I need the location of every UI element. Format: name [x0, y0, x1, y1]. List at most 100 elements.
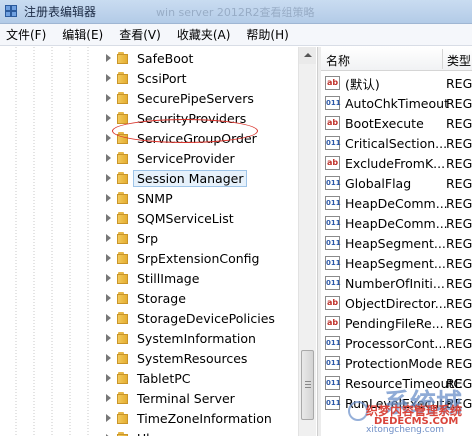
- tree-item-label: SecurityProviders: [137, 110, 247, 126]
- value-row[interactable]: 011ProtectionModeREG_: [321, 353, 472, 373]
- window-title-faded: win server 2012R2查看组策略: [156, 5, 315, 19]
- expand-arrow-icon[interactable]: [105, 154, 113, 162]
- tree-item[interactable]: StorageDevicePolicies: [105, 308, 295, 328]
- expand-arrow-icon[interactable]: [105, 374, 113, 382]
- tree-item-label: TabletPC: [137, 370, 191, 386]
- expand-arrow-icon[interactable]: [105, 234, 113, 242]
- expand-arrow-icon[interactable]: [105, 54, 113, 62]
- value-type: REG_: [446, 115, 472, 131]
- tree-item[interactable]: ServiceGroupOrder: [105, 128, 295, 148]
- folder-icon: [117, 311, 131, 325]
- value-type: REG_: [446, 95, 472, 111]
- menu-help[interactable]: 帮助(H): [246, 26, 288, 43]
- value-row[interactable]: 011GlobalFlagREG_: [321, 173, 472, 193]
- folder-icon: [117, 211, 131, 225]
- value-row[interactable]: ab(默认)REG_: [321, 73, 472, 93]
- binary-value-icon: 011: [325, 336, 341, 350]
- tree-item-label: SecurePipeServers: [137, 90, 254, 106]
- registry-value-list[interactable]: 名称 类型 ab(默认)REG_011AutoChkTimeoutREG_abB…: [321, 47, 472, 436]
- tree-item[interactable]: TabletPC: [105, 368, 295, 388]
- tree-item-label: SystemResources: [137, 350, 248, 366]
- value-row[interactable]: 011HeapDeComm...REG_: [321, 193, 472, 213]
- tree-item[interactable]: ServiceProvider: [105, 148, 295, 168]
- expand-arrow-icon[interactable]: [105, 394, 113, 402]
- value-row[interactable]: abBootExecuteREG_: [321, 113, 472, 133]
- expand-arrow-icon[interactable]: [105, 114, 113, 122]
- menu-edit[interactable]: 编辑(E): [62, 26, 103, 43]
- expand-arrow-icon[interactable]: [105, 134, 113, 142]
- menu-file[interactable]: 文件(F): [6, 26, 46, 43]
- expand-arrow-icon[interactable]: [105, 254, 113, 262]
- tree-item[interactable]: SystemResources: [105, 348, 295, 368]
- tree-item-label: ServiceProvider: [137, 150, 235, 166]
- tree-item[interactable]: Srp: [105, 228, 295, 248]
- string-value-icon: ab: [325, 116, 340, 130]
- tree-vertical-scrollbar[interactable]: [298, 47, 316, 436]
- tree-item[interactable]: SNMP: [105, 188, 295, 208]
- registry-key-tree[interactable]: SafeBoot ScsiPort SecurePipeServers Securit…: [0, 47, 317, 436]
- column-header-name[interactable]: 名称: [326, 52, 350, 69]
- binary-value-icon: 011: [325, 356, 341, 370]
- watermark-small-text: xitongcheng.com: [366, 425, 444, 435]
- value-type: REG_: [446, 255, 472, 271]
- expand-arrow-icon[interactable]: [105, 74, 113, 82]
- folder-icon: [117, 111, 131, 125]
- binary-value-icon: 011: [325, 256, 341, 270]
- tree-item[interactable]: StillImage: [105, 268, 295, 288]
- folder-icon: [117, 331, 131, 345]
- expand-arrow-icon[interactable]: [105, 274, 113, 282]
- value-row[interactable]: abPendingFileRe...REG_: [321, 313, 472, 333]
- value-type: REG_: [446, 135, 472, 151]
- column-header-type[interactable]: 类型: [447, 52, 471, 69]
- value-type: REG_: [446, 215, 472, 231]
- tree-item[interactable]: SrpExtensionConfig: [105, 248, 295, 268]
- value-row[interactable]: 011NumberOfIniti...REG_: [321, 273, 472, 293]
- list-header: 名称 类型: [321, 47, 472, 71]
- tree-item[interactable]: SecurePipeServers: [105, 88, 295, 108]
- binary-value-icon: 011: [325, 216, 341, 230]
- tree-item[interactable]: SQMServiceList: [105, 208, 295, 228]
- value-row[interactable]: 011HeapDeComm...REG_: [321, 213, 472, 233]
- value-row[interactable]: 011HeapSegment...REG_: [321, 233, 472, 253]
- value-row[interactable]: abExcludeFromK...REG_: [321, 153, 472, 173]
- expand-arrow-icon[interactable]: [105, 414, 113, 422]
- folder-icon: [117, 91, 131, 105]
- tree-item[interactable]: SystemInformation: [105, 328, 295, 348]
- tree-item[interactable]: Storage: [105, 288, 295, 308]
- value-row[interactable]: 011AutoChkTimeoutREG_: [321, 93, 472, 113]
- binary-value-icon: 011: [325, 236, 341, 250]
- expand-arrow-icon[interactable]: [105, 174, 113, 182]
- tree-item[interactable]: Terminal Server: [105, 388, 295, 408]
- value-type: REG_: [446, 75, 472, 91]
- tree-item-label: StillImage: [137, 270, 200, 286]
- expand-arrow-icon[interactable]: [105, 214, 113, 222]
- expand-arrow-icon[interactable]: [105, 194, 113, 202]
- scroll-up-arrow-icon[interactable]: [299, 47, 316, 64]
- expand-arrow-icon[interactable]: [105, 314, 113, 322]
- expand-arrow-icon[interactable]: [105, 354, 113, 362]
- value-type: REG_: [446, 155, 472, 171]
- binary-value-icon: 011: [325, 276, 341, 290]
- tree-item[interactable]: Ubpm: [105, 428, 295, 436]
- tree-item[interactable]: Session Manager: [105, 168, 295, 188]
- tree-item[interactable]: TimeZoneInformation: [105, 408, 295, 428]
- folder-icon: [117, 431, 131, 436]
- value-row[interactable]: 011HeapSegment...REG_: [321, 253, 472, 273]
- menu-favorites[interactable]: 收藏夹(A): [177, 26, 231, 43]
- menu-view[interactable]: 查看(V): [119, 26, 161, 43]
- tree-item[interactable]: ScsiPort: [105, 68, 295, 88]
- site-watermark: 系统城 织梦内容管理系统 DEDECMS.COM xitongcheng.com: [348, 383, 472, 436]
- tree-item[interactable]: SecurityProviders: [105, 108, 295, 128]
- folder-icon: [117, 351, 131, 365]
- tree-item-label: ServiceGroupOrder: [137, 130, 257, 146]
- scroll-thumb[interactable]: [301, 350, 314, 420]
- expand-arrow-icon[interactable]: [105, 294, 113, 302]
- expand-arrow-icon[interactable]: [105, 94, 113, 102]
- value-row[interactable]: abObjectDirector...REG_: [321, 293, 472, 313]
- binary-value-icon: 011: [325, 136, 341, 150]
- expand-arrow-icon[interactable]: [105, 334, 113, 342]
- value-row[interactable]: 011ProcessorCont...REG_: [321, 333, 472, 353]
- value-row[interactable]: 011CriticalSection...REG_: [321, 133, 472, 153]
- folder-icon: [117, 251, 131, 265]
- tree-item[interactable]: SafeBoot: [105, 48, 295, 68]
